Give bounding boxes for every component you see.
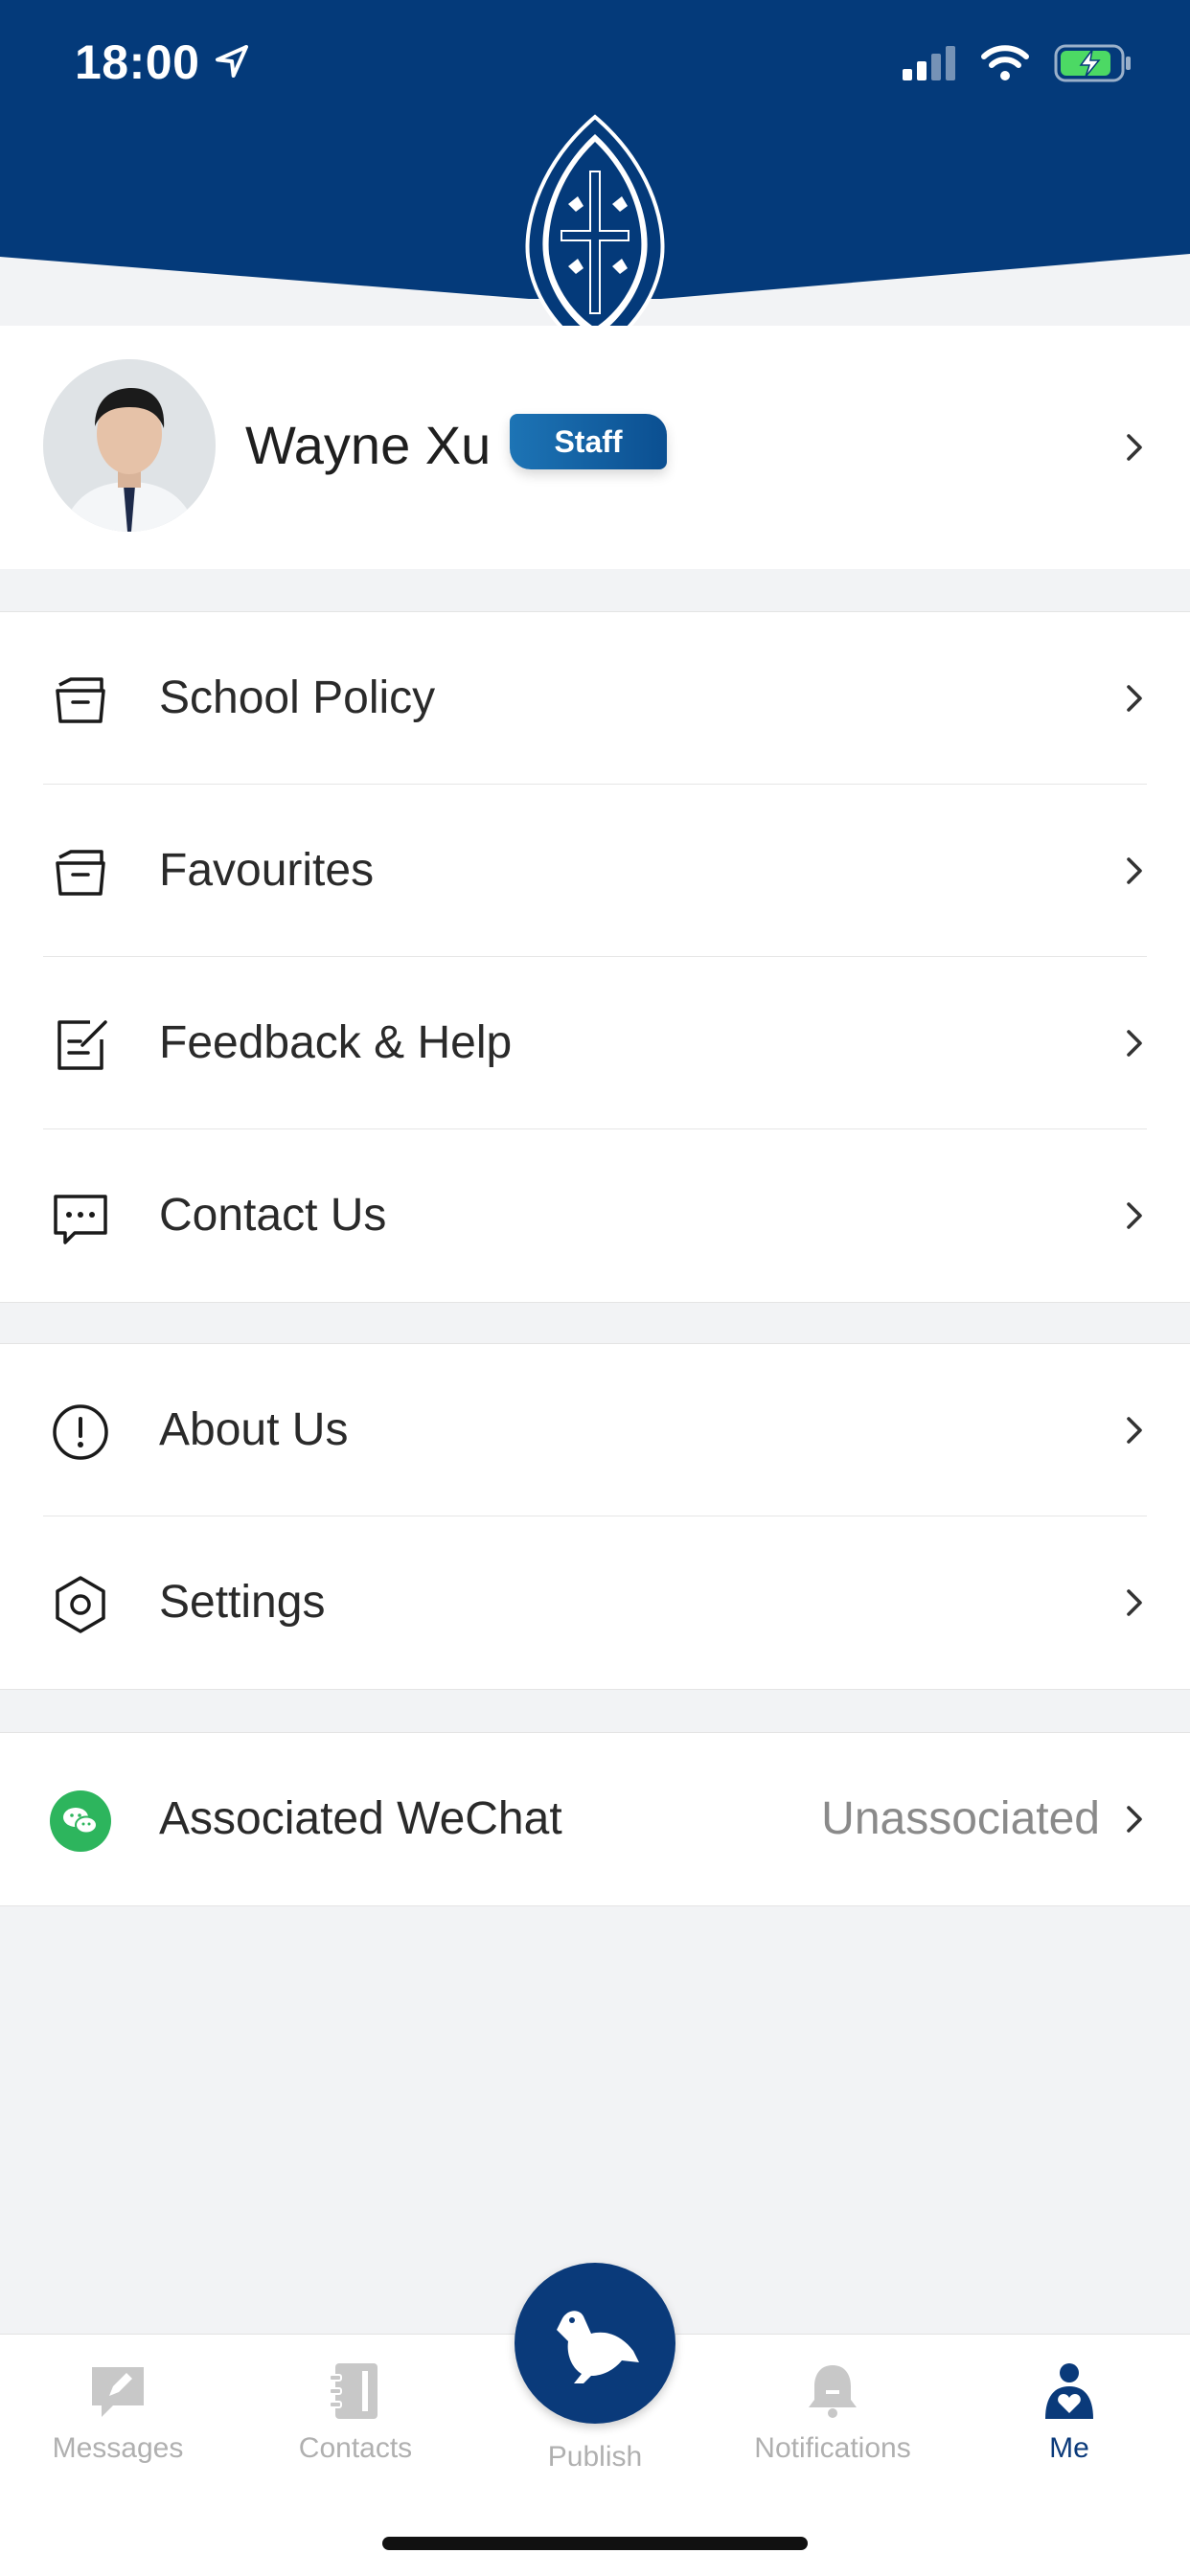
home-indicator bbox=[382, 2537, 808, 2550]
menu-item-label: Favourites bbox=[159, 845, 375, 896]
menu-item-label: Feedback & Help bbox=[159, 1017, 513, 1068]
chevron-right-icon bbox=[1127, 1417, 1142, 1444]
wechat-icon bbox=[50, 1790, 111, 1852]
edit-note-icon bbox=[57, 1020, 107, 1070]
tab-contacts[interactable]: Contacts bbox=[240, 2358, 470, 2465]
settings-hexagon-icon bbox=[56, 1576, 105, 1633]
tab-label: Messages bbox=[52, 2432, 184, 2464]
menu-item-label: Associated WeChat bbox=[159, 1793, 562, 1844]
role-badge: Staff bbox=[510, 414, 667, 469]
tab-me[interactable]: Me bbox=[954, 2358, 1184, 2465]
battery-icon bbox=[1054, 44, 1133, 87]
person-heart-icon bbox=[1045, 2363, 1093, 2419]
wifi-icon bbox=[981, 45, 1029, 86]
chevron-right-icon bbox=[1127, 1806, 1142, 1833]
message-icon bbox=[92, 2367, 144, 2417]
publish-label: Publish bbox=[547, 2441, 643, 2473]
menu-group-info: About Us Settings bbox=[0, 1343, 1190, 1690]
tab-notifications[interactable]: Notifications bbox=[718, 2358, 948, 2465]
publish-button[interactable] bbox=[515, 2263, 675, 2424]
chat-bubble-icon bbox=[54, 1195, 107, 1244]
chevron-right-icon bbox=[1127, 685, 1142, 712]
menu-item-label: Settings bbox=[159, 1577, 326, 1628]
menu-group-main: School Policy Favourites Feedback & Help… bbox=[0, 611, 1190, 1303]
menu-item-label: Contact Us bbox=[159, 1190, 387, 1241]
location-arrow-icon bbox=[213, 42, 251, 85]
menu-item-feedback-help[interactable]: Feedback & Help bbox=[0, 957, 1190, 1129]
menu-item-associated-wechat[interactable]: Associated WeChat Unassociated bbox=[0, 1733, 1190, 1905]
profile-card[interactable]: Wayne Xu Staff bbox=[0, 326, 1190, 569]
status-bar: 18:00 bbox=[0, 34, 1190, 92]
folder-icon bbox=[56, 677, 105, 723]
menu-item-label: School Policy bbox=[159, 672, 436, 723]
signal-icon bbox=[903, 46, 956, 85]
bird-icon bbox=[557, 2311, 639, 2383]
chevron-right-icon bbox=[1127, 1030, 1142, 1057]
chevron-right-icon bbox=[1127, 857, 1142, 884]
tab-label: Me bbox=[1049, 2432, 1089, 2464]
menu-item-label: About Us bbox=[159, 1404, 349, 1455]
chevron-right-icon bbox=[1127, 1589, 1142, 1616]
profile-name: Wayne Xu bbox=[245, 415, 492, 475]
wechat-status-value: Unassociated bbox=[821, 1793, 1100, 1844]
info-exclamation-icon bbox=[53, 1404, 108, 1460]
avatar bbox=[43, 359, 216, 532]
menu-item-school-policy[interactable]: School Policy bbox=[0, 612, 1190, 785]
tab-label: Notifications bbox=[754, 2432, 911, 2464]
tab-label: Contacts bbox=[298, 2432, 413, 2464]
bell-icon bbox=[809, 2365, 857, 2418]
menu-item-settings[interactable]: Settings bbox=[0, 1516, 1190, 1689]
menu-item-contact-us[interactable]: Contact Us bbox=[0, 1129, 1190, 1302]
chevron-right-icon bbox=[1127, 434, 1142, 461]
menu-group-wechat: Associated WeChat Unassociated bbox=[0, 1732, 1190, 1906]
contacts-book-icon bbox=[329, 2363, 378, 2419]
menu-item-about-us[interactable]: About Us bbox=[0, 1344, 1190, 1516]
folder-icon bbox=[56, 850, 105, 896]
menu-item-favourites[interactable]: Favourites bbox=[0, 785, 1190, 957]
status-time: 18:00 bbox=[75, 35, 200, 89]
chevron-right-icon bbox=[1127, 1202, 1142, 1229]
tab-messages[interactable]: Messages bbox=[3, 2358, 233, 2465]
